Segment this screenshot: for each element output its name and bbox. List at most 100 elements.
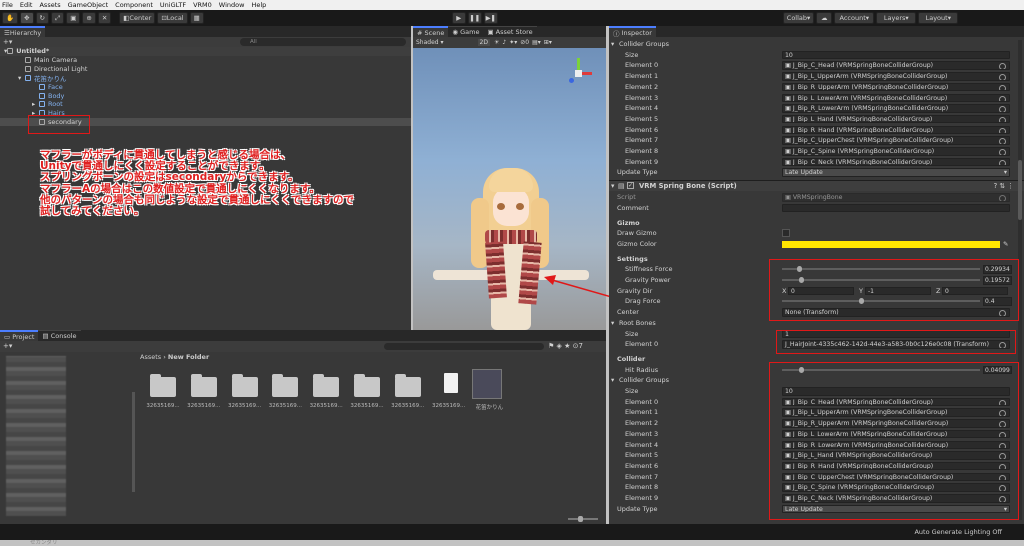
- scale-tool-button[interactable]: ⤢: [51, 12, 65, 24]
- comment-input[interactable]: [782, 203, 1010, 212]
- layout-dropdown[interactable]: Layout ▾: [918, 12, 959, 24]
- component-menu-icons[interactable]: ? ⇅ ⋮: [994, 182, 1014, 190]
- object-picker-icon[interactable]: [999, 138, 1006, 144]
- layers-dropdown[interactable]: Layers ▾: [876, 12, 917, 24]
- eyedropper-icon[interactable]: ✎: [1003, 240, 1008, 248]
- collider-group-field[interactable]: ▣ J_Bip_L_LowerArm (VRMSpringBoneCollide…: [782, 93, 1010, 103]
- add-asset-icon[interactable]: +▾: [3, 342, 12, 350]
- chevron-down-icon[interactable]: ▾: [611, 319, 614, 327]
- update-type-dropdown[interactable]: Late Update ▾: [782, 168, 1010, 177]
- asset-item[interactable]: 32635169...: [432, 373, 472, 413]
- audio-icon[interactable]: ♪: [502, 39, 506, 46]
- hierarchy-item[interactable]: ▾ 花笛かりん: [0, 74, 411, 83]
- gizmo-color-swatch[interactable]: [782, 240, 1000, 248]
- menu-unigltf[interactable]: UniGLTF: [160, 1, 186, 9]
- component-header[interactable]: ▾ ▤ ✓ VRM Spring Bone (Script) ? ⇅ ⋮: [609, 180, 1024, 192]
- hierarchy-search-input[interactable]: All: [240, 38, 406, 46]
- project-search-input[interactable]: [384, 343, 544, 350]
- asset-item[interactable]: 32635169...: [187, 373, 227, 413]
- tab-scene[interactable]: # Scene: [413, 26, 449, 37]
- tab-hierarchy[interactable]: ☰ Hierarchy: [0, 26, 46, 37]
- account-dropdown[interactable]: Account ▾: [834, 12, 875, 24]
- object-picker-icon[interactable]: [999, 195, 1006, 201]
- breadcrumb-assets[interactable]: Assets: [140, 353, 161, 361]
- chevron-down-icon[interactable]: ▾: [611, 376, 614, 384]
- camera-icon[interactable]: ▤▾: [532, 39, 541, 46]
- enable-checkbox[interactable]: ✓: [627, 182, 634, 190]
- asset-item[interactable]: 32635169...: [228, 373, 268, 413]
- object-picker-icon[interactable]: [999, 149, 1006, 155]
- rect-tool-button[interactable]: ▣: [66, 12, 81, 24]
- cloud-button[interactable]: ☁: [816, 12, 833, 24]
- object-picker-icon[interactable]: [999, 159, 1006, 166]
- tab-inspector[interactable]: ⓘ Inspector: [609, 26, 656, 38]
- hierarchy-item[interactable]: Main Camera: [0, 56, 411, 65]
- hierarchy-item[interactable]: Body: [0, 91, 411, 100]
- menu-component[interactable]: Component: [115, 1, 153, 9]
- collider-group-field[interactable]: ▣ J_Bip_C_Spine (VRMSpringBoneColliderGr…: [782, 147, 1010, 156]
- script-field[interactable]: ▣ VRMSpringBone: [782, 193, 1010, 202]
- menu-help[interactable]: Help: [251, 1, 266, 9]
- object-picker-icon[interactable]: [999, 63, 1006, 70]
- asset-item[interactable]: 32635169...: [310, 373, 349, 413]
- 2d-toggle[interactable]: 2D: [477, 39, 490, 46]
- object-picker-icon[interactable]: [999, 95, 1006, 102]
- menu-gameobject[interactable]: GameObject: [68, 1, 109, 9]
- asset-item[interactable]: 花笛かりん: [472, 369, 512, 413]
- step-button[interactable]: ▶❚: [483, 12, 498, 24]
- effects-icon[interactable]: ✦▾: [509, 39, 517, 46]
- tab-console[interactable]: ▤ Console: [38, 330, 81, 341]
- chevron-down-icon[interactable]: ▾: [611, 40, 614, 48]
- collider-group-field[interactable]: ▣ J_Bip_R_UpperArm (VRMSpringBoneCollide…: [782, 82, 1010, 92]
- tree-scrollbar[interactable]: [132, 392, 135, 492]
- light-icon[interactable]: ☀: [494, 39, 499, 46]
- asset-item[interactable]: 32635169...: [269, 373, 308, 413]
- collider-group-field[interactable]: ▣ J_Bip_L_UpperArm (VRMSpringBoneCollide…: [782, 72, 1010, 81]
- tools-icon[interactable]: ⊞▾: [544, 39, 552, 46]
- asset-item[interactable]: 32635169...: [391, 373, 431, 413]
- move-tool-button[interactable]: ✥: [20, 12, 34, 24]
- rotate-tool-button[interactable]: ↻: [35, 12, 49, 24]
- collab-button[interactable]: Collab ▾: [782, 12, 815, 24]
- shading-dropdown[interactable]: Shaded ▾: [416, 39, 444, 46]
- menu-vrm0[interactable]: VRM0: [193, 1, 212, 9]
- add-icon[interactable]: +▾: [3, 38, 12, 46]
- object-picker-icon[interactable]: [999, 74, 1006, 80]
- custom-tool-button[interactable]: ✕: [97, 12, 112, 24]
- transform-tool-button[interactable]: ⊕: [82, 12, 96, 24]
- tab-game[interactable]: ◉ Game: [448, 26, 484, 37]
- grid-snap-button[interactable]: ▦: [189, 12, 204, 24]
- collider-group-field[interactable]: ▣ J_Bip_R_Hand (VRMSpringBoneColliderGro…: [782, 125, 1010, 135]
- pause-button[interactable]: ❚❚: [467, 12, 482, 24]
- asset-item[interactable]: 32635169...: [146, 373, 186, 413]
- object-picker-icon[interactable]: [999, 84, 1006, 91]
- collider-group-field[interactable]: ▣ J_Bip_C_Head (VRMSpringBoneColliderGro…: [782, 61, 1010, 70]
- project-folder-tree[interactable]: セカンダリ: [0, 352, 135, 546]
- filter-icon[interactable]: ⚑ ◈ ★ ⊙7: [548, 342, 583, 350]
- tab-project[interactable]: ▭ Project: [0, 330, 39, 341]
- pivot-local-button[interactable]: ⊡ Local: [157, 12, 188, 24]
- collider-group-field[interactable]: ▣ J_Bip_C_UpperChest (VRMSpringBoneColli…: [782, 136, 1010, 145]
- breadcrumb-new-folder[interactable]: New Folder: [168, 353, 209, 361]
- size-field[interactable]: 10: [782, 50, 1010, 60]
- pivot-center-button[interactable]: ◧ Center: [119, 12, 156, 24]
- hierarchy-item[interactable]: ▸ Root: [0, 100, 411, 109]
- menu-window[interactable]: Window: [219, 1, 245, 9]
- tab-asset-store[interactable]: ▣ Asset Store: [483, 26, 537, 37]
- object-picker-icon[interactable]: [999, 116, 1006, 123]
- collider-group-field[interactable]: ▣ J_Bip_C_Neck (VRMSpringBoneColliderGro…: [782, 157, 1010, 167]
- menu-edit[interactable]: Edit: [20, 1, 33, 9]
- scene-row[interactable]: ▾ Untitled*: [0, 47, 411, 56]
- zoom-slider-handle[interactable]: [578, 516, 583, 522]
- collider-group-field[interactable]: ▣ J_Bip_R_LowerArm (VRMSpringBoneCollide…: [782, 104, 1010, 113]
- chevron-down-icon[interactable]: ▾: [611, 182, 614, 190]
- hierarchy-item[interactable]: Face: [0, 82, 411, 91]
- menu-assets[interactable]: Assets: [39, 1, 60, 9]
- collider-group-field[interactable]: ▣ J_Bip_L_Hand (VRMSpringBoneColliderGro…: [782, 114, 1010, 124]
- object-picker-icon[interactable]: [999, 127, 1006, 134]
- asset-item[interactable]: 32635169...: [350, 373, 390, 413]
- draw-gizmo-checkbox[interactable]: [782, 229, 790, 238]
- inspector-scroll-thumb[interactable]: [1018, 160, 1022, 220]
- object-picker-icon[interactable]: [999, 106, 1006, 112]
- zoom-slider[interactable]: [568, 516, 598, 522]
